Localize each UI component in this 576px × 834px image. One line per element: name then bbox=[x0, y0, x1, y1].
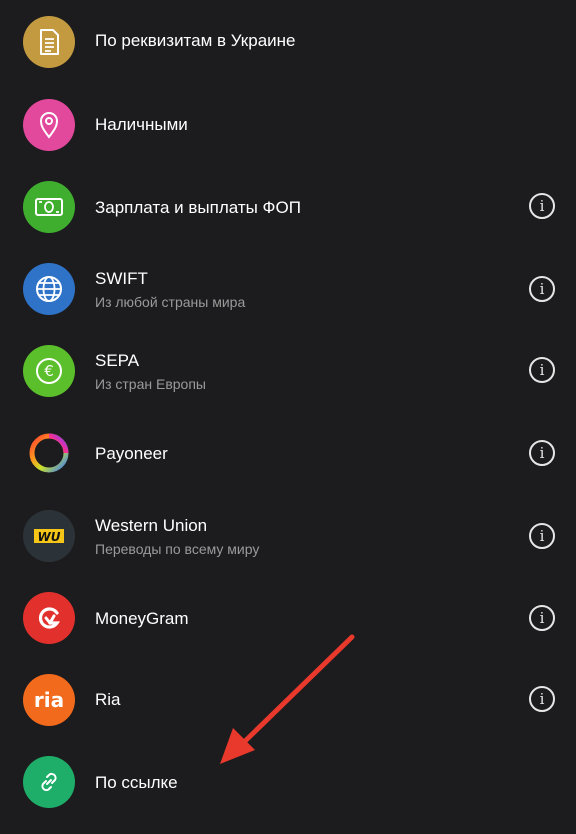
info-icon[interactable]: i bbox=[529, 440, 555, 466]
banknote-icon bbox=[23, 181, 75, 233]
method-row-cash[interactable]: Наличными bbox=[0, 95, 576, 155]
method-row-swift[interactable]: SWIFT Из любой страны мира i bbox=[0, 259, 576, 319]
method-row-requisites[interactable]: По реквизитам в Украине bbox=[0, 12, 576, 72]
location-pin-icon bbox=[23, 99, 75, 151]
info-icon[interactable]: i bbox=[529, 523, 555, 549]
method-subtitle: Из стран Европы bbox=[95, 376, 206, 392]
method-row-link[interactable]: По ссылке bbox=[0, 752, 576, 812]
method-subtitle: Переводы по всему миру bbox=[95, 541, 260, 557]
wu-logo-text: WU bbox=[38, 530, 61, 544]
method-row-payoneer[interactable]: Payoneer i bbox=[0, 423, 576, 483]
euro-icon: € bbox=[23, 345, 75, 397]
method-title: По реквизитам в Украине bbox=[95, 31, 296, 50]
info-icon[interactable]: i bbox=[529, 605, 555, 631]
method-title: SEPA bbox=[95, 351, 140, 370]
method-subtitle: Из любой страны мира bbox=[95, 294, 246, 310]
method-row-salary[interactable]: Зарплата и выплаты ФОП i bbox=[0, 177, 576, 237]
method-title: Зарплата и выплаты ФОП bbox=[95, 198, 301, 217]
ria-logo-icon: ria bbox=[23, 674, 75, 726]
ria-logo-text: ria bbox=[34, 688, 64, 712]
payoneer-ring-icon bbox=[23, 427, 75, 479]
method-title: По ссылке bbox=[95, 773, 178, 792]
method-title: MoneyGram bbox=[95, 609, 189, 628]
western-union-logo-icon: WU bbox=[23, 510, 75, 562]
method-row-ria[interactable]: ria Ria i bbox=[0, 670, 576, 730]
info-icon[interactable]: i bbox=[529, 193, 555, 219]
info-icon[interactable]: i bbox=[529, 686, 555, 712]
method-title: Western Union bbox=[95, 516, 208, 535]
method-title: Ria bbox=[95, 690, 121, 709]
method-title: Payoneer bbox=[95, 444, 168, 463]
svg-text:€: € bbox=[44, 362, 54, 380]
moneygram-logo-icon bbox=[23, 592, 75, 644]
method-row-moneygram[interactable]: MoneyGram i bbox=[0, 588, 576, 648]
link-icon bbox=[23, 756, 75, 808]
method-title: SWIFT bbox=[95, 269, 148, 288]
info-icon[interactable]: i bbox=[529, 357, 555, 383]
document-icon bbox=[23, 16, 75, 68]
info-icon[interactable]: i bbox=[529, 276, 555, 302]
method-title: Наличными bbox=[95, 115, 188, 134]
method-row-sepa[interactable]: € SEPA Из стран Европы i bbox=[0, 341, 576, 401]
globe-icon bbox=[23, 263, 75, 315]
method-row-western-union[interactable]: WU Western Union Переводы по всему миру … bbox=[0, 506, 576, 566]
